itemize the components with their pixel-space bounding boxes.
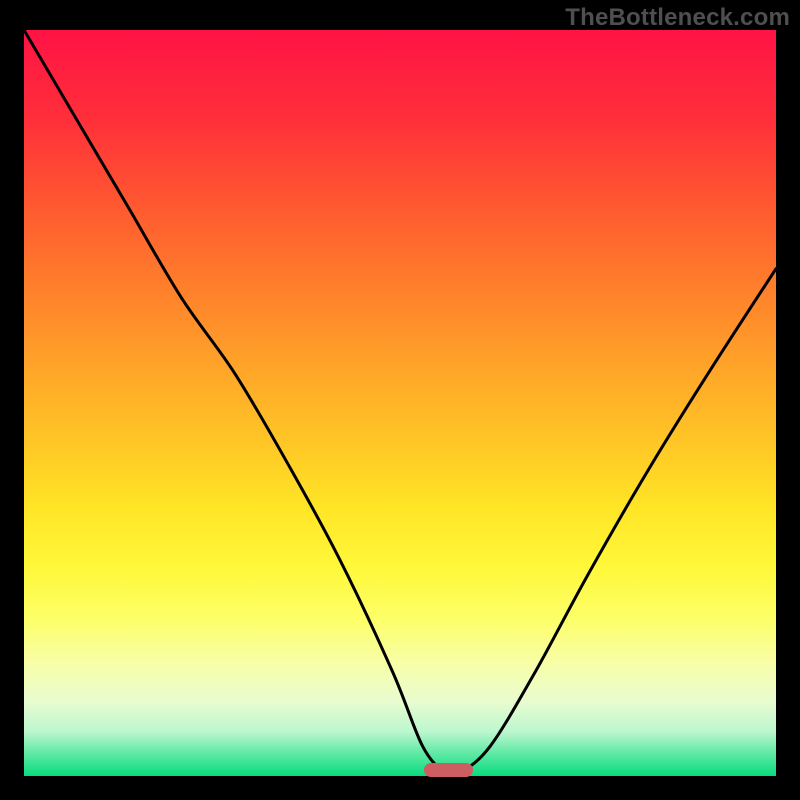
chart-frame: TheBottleneck.com: [0, 0, 800, 800]
watermark-text: TheBottleneck.com: [565, 4, 790, 32]
curve-svg: [24, 30, 776, 776]
plot-area: [24, 30, 776, 776]
bottleneck-curve: [24, 30, 776, 776]
optimum-marker: [424, 763, 473, 777]
